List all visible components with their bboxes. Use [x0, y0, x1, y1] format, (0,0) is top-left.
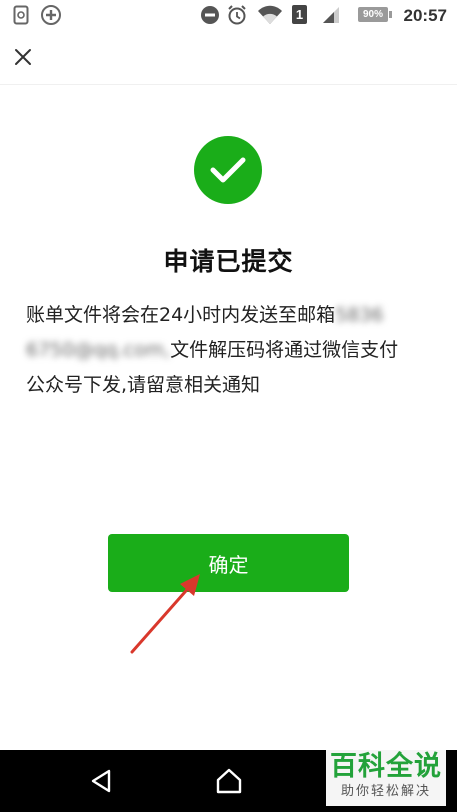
alarm-icon [226, 4, 248, 26]
close-icon [15, 49, 31, 65]
home-icon [216, 768, 242, 794]
message-line-3: 公众号下发,请留意相关通知 [26, 374, 261, 396]
close-button[interactable] [8, 42, 38, 72]
page-title: 申请已提交 [163, 247, 294, 276]
phone-storage-icon [10, 4, 32, 26]
status-bar: 1 90% 20:57 [0, 0, 457, 32]
message-line-2: 6750@qq.com,文件解压码将通过微信支付 [26, 333, 436, 368]
result-message: 账单文件将会在24小时内发送至邮箱5836 6750@qq.com,文件解压码将… [26, 298, 436, 403]
watermark-title: 百科全说 [330, 751, 442, 782]
confirm-button[interactable]: 确定 [108, 534, 349, 592]
home-button[interactable] [212, 764, 246, 798]
battery-icon: 90% [358, 7, 392, 22]
message-text: 账单文件将会在24小时内发送至邮箱 [26, 304, 336, 326]
message-line-1: 账单文件将会在24小时内发送至邮箱5836 [26, 298, 436, 333]
wifi-icon [256, 4, 284, 26]
back-button[interactable] [84, 764, 118, 798]
sim-icon: 1 [292, 5, 307, 24]
check-circle-icon [194, 136, 262, 204]
email-fragment: 5836 [335, 304, 384, 326]
back-triangle-icon [91, 769, 111, 793]
top-bar [0, 32, 457, 85]
watermark-logo: 百科全说 助你轻松解决 [326, 750, 446, 806]
watermark-subtitle: 助你轻松解决 [340, 784, 431, 799]
message-text: 文件解压码将通过微信支付 [170, 339, 399, 361]
signal-icon [320, 4, 342, 26]
status-time: 20:57 [403, 6, 447, 25]
email-fragment: 6750@qq.com, [26, 339, 171, 361]
add-circle-icon [40, 4, 62, 26]
do-not-disturb-icon [199, 4, 221, 26]
